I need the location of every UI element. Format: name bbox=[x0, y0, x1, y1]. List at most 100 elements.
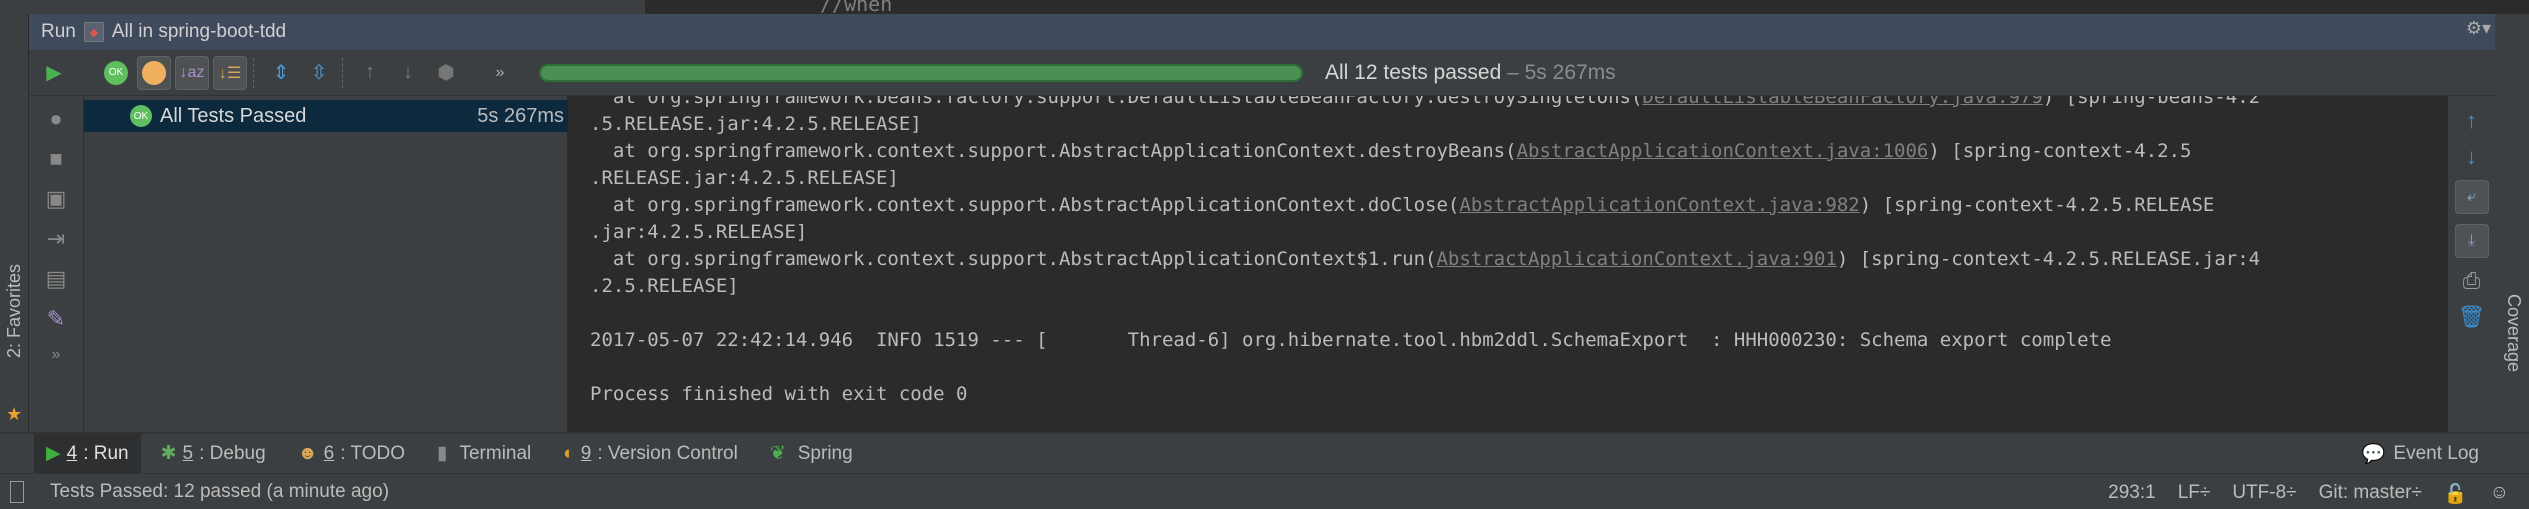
console-line: Process finished with exit code 0 bbox=[590, 381, 2447, 408]
scroll-up-icon[interactable]: ↑ bbox=[2466, 108, 2477, 134]
speech-bubble-icon: 💬 bbox=[2361, 443, 2386, 465]
exit-icon[interactable]: ⇥ bbox=[47, 226, 65, 252]
test-tree-root[interactable]: OK All Tests Passed 5s 267ms bbox=[84, 100, 568, 132]
soft-wrap-button[interactable]: ⤶ bbox=[2454, 180, 2489, 214]
status-duration: – 5s 267ms bbox=[1507, 60, 1616, 84]
editor-background: //when bbox=[0, 0, 2529, 16]
run-toolbar: ▶ OK ↓az ↓☰ ⇕ ⇳ ↑ ↓ ⬢ » All 12 tests pas… bbox=[29, 50, 2529, 96]
terminal-icon: ▮ bbox=[437, 443, 448, 464]
console-text: ) [spring-beans-4.2 bbox=[2042, 96, 2261, 108]
rerun-icon[interactable]: ▶ bbox=[37, 56, 71, 90]
sort-duration-button[interactable]: ↓☰ bbox=[213, 55, 247, 90]
status-message[interactable]: Tests Passed: 12 passed (a minute ago) bbox=[50, 481, 389, 503]
left-tool-stripe: 2: Favorites ★ bbox=[0, 14, 29, 434]
tool-window-tabs: ▶ 4: Run ✱ 5: Debug ☻ 6: TODO ▮ Terminal ◐ 9: Ver… bbox=[0, 432, 2529, 473]
print-icon[interactable]: ⎙ bbox=[2463, 268, 2481, 294]
tab-number: 6 bbox=[323, 442, 335, 464]
console-text: at org.springframework.context.support.A… bbox=[590, 194, 1460, 216]
console-output[interactable]: at org.springframework.beans.factory.sup… bbox=[568, 96, 2447, 432]
tab-versioncontrol[interactable]: ◐ 9: Version Control bbox=[551, 434, 750, 473]
console-line: .2.5.RELEASE] bbox=[590, 273, 2447, 300]
scroll-to-end-button[interactable]: ⤓ bbox=[2454, 224, 2489, 258]
console-line: .5.RELEASE.jar:4.2.5.RELEASE] bbox=[590, 111, 2447, 138]
console-text: .2.5.RELEASE] bbox=[590, 275, 739, 297]
event-log-tab[interactable]: 💬 Event Log bbox=[2362, 434, 2479, 473]
source-link[interactable]: DefaultListableBeanFactory.java:979 bbox=[1642, 96, 2042, 108]
separator bbox=[342, 57, 343, 88]
tab-number: 5 bbox=[182, 442, 194, 464]
tab-terminal[interactable]: ▮ Terminal bbox=[425, 434, 543, 473]
more-icon[interactable]: » bbox=[483, 56, 517, 90]
expand-all-icon[interactable]: ⇕ bbox=[264, 56, 298, 90]
tab-label: Spring bbox=[797, 442, 853, 464]
git-branch[interactable]: Git: master÷ bbox=[2319, 482, 2422, 506]
dump-threads-icon[interactable]: ▣ bbox=[46, 186, 67, 212]
export-icon[interactable]: ⬢ bbox=[429, 56, 463, 90]
source-link[interactable]: AbstractApplicationContext.java:901 bbox=[1436, 248, 1836, 270]
status-bar: Tests Passed: 12 passed (a minute ago) 2… bbox=[0, 473, 2529, 509]
console-text: .5.RELEASE.jar:4.2.5.RELEASE] bbox=[590, 113, 922, 135]
show-ignored-button[interactable] bbox=[137, 55, 171, 90]
console-line: at org.springframework.beans.factory.sup… bbox=[590, 96, 2447, 111]
right-tool-stripe: Coverage bbox=[2495, 14, 2529, 434]
run-title: Run bbox=[41, 21, 76, 42]
tree-root-label: All Tests Passed bbox=[160, 104, 307, 127]
line-separator[interactable]: LF÷ bbox=[2178, 482, 2211, 506]
console-text: ) [spring-context-4.2.5 bbox=[1928, 140, 2192, 162]
stop-icon[interactable]: ■ bbox=[49, 146, 62, 172]
file-encoding[interactable]: UTF-8÷ bbox=[2232, 482, 2296, 506]
pin-icon[interactable]: ✎ bbox=[47, 306, 65, 332]
source-link[interactable]: AbstractApplicationContext.java:1006 bbox=[1517, 140, 1929, 162]
console-line: .jar:4.2.5.RELEASE] bbox=[590, 219, 2447, 246]
source-link[interactable]: AbstractApplicationContext.java:982 bbox=[1459, 194, 1859, 216]
run-config-name[interactable]: All in spring-boot-tdd bbox=[112, 21, 286, 43]
lock-icon[interactable]: 🔓 bbox=[2444, 482, 2468, 506]
previous-test-icon[interactable]: ↑ bbox=[353, 56, 387, 90]
tab-label: : Debug bbox=[199, 442, 266, 464]
console-line: at org.springframework.context.support.A… bbox=[590, 246, 2447, 273]
clear-all-icon[interactable]: 🗑 bbox=[2458, 304, 2486, 330]
console-line: .RELEASE.jar:4.2.5.RELEASE] bbox=[590, 165, 2447, 192]
tab-number: 4 bbox=[66, 442, 78, 464]
tab-number: 9 bbox=[580, 442, 592, 464]
run-panel-header: Run ◆ All in spring-boot-tdd bbox=[29, 14, 2529, 50]
spring-leaf-icon: ❦ bbox=[769, 443, 786, 464]
show-passed-button[interactable]: OK bbox=[99, 56, 133, 90]
test-status: All 12 tests passed – 5s 267ms bbox=[1325, 61, 1616, 85]
vcs-icon: ◐ bbox=[563, 442, 575, 464]
console-text: 2017-05-07 22:42:14.946 INFO 1519 --- [ … bbox=[590, 329, 2112, 351]
tab-todo[interactable]: ☻ 6: TODO bbox=[286, 434, 417, 473]
tab-label: : TODO bbox=[340, 442, 406, 464]
test-progress-bar bbox=[539, 63, 1303, 82]
next-test-icon[interactable]: ↓ bbox=[391, 56, 425, 90]
console-line: at org.springframework.context.support.A… bbox=[590, 138, 2447, 165]
console-text: at org.springframework.context.support.A… bbox=[590, 248, 1437, 270]
event-log-label: Event Log bbox=[2393, 442, 2479, 464]
tab-run[interactable]: ▶ 4: Run bbox=[34, 434, 141, 473]
tab-spring[interactable]: ❦ Spring bbox=[758, 434, 865, 473]
layout-icon[interactable]: ▤ bbox=[46, 266, 67, 292]
console-text: at org.springframework.context.support.A… bbox=[590, 140, 1517, 162]
console-text: .RELEASE.jar:4.2.5.RELEASE] bbox=[590, 167, 899, 189]
favorites-tab[interactable]: 2: Favorites bbox=[4, 264, 25, 358]
tab-label: : Run bbox=[83, 442, 129, 464]
coverage-tab[interactable]: Coverage bbox=[2503, 294, 2524, 372]
scroll-down-icon[interactable]: ↓ bbox=[2466, 144, 2477, 170]
console-line: at org.springframework.context.support.A… bbox=[590, 192, 2447, 219]
cursor-position[interactable]: 293:1 bbox=[2108, 482, 2156, 506]
console-text: .jar:4.2.5.RELEASE] bbox=[590, 221, 808, 243]
sort-alpha-button[interactable]: ↓az bbox=[175, 55, 209, 90]
console-text: ) [spring-context-4.2.5.RELEASE.jar:4 bbox=[1836, 248, 2261, 270]
inspector-icon[interactable]: ☺ bbox=[2490, 482, 2509, 506]
separator bbox=[253, 57, 254, 88]
test-history-icon[interactable]: ● bbox=[49, 106, 62, 132]
ok-icon: OK bbox=[104, 60, 128, 85]
tool-windows-toggle-icon[interactable] bbox=[10, 480, 24, 503]
collapse-all-icon[interactable]: ⇳ bbox=[302, 56, 336, 90]
tab-label: Terminal bbox=[459, 442, 532, 464]
tab-debug[interactable]: ✱ 5: Debug bbox=[149, 434, 278, 473]
console-text: at org.springframework.beans.factory.sup… bbox=[590, 96, 1643, 108]
console-actions: ↑ ↓ ⤶ ⤓ ⎙ 🗑 bbox=[2447, 96, 2495, 432]
more-actions-icon[interactable]: » bbox=[52, 346, 61, 364]
